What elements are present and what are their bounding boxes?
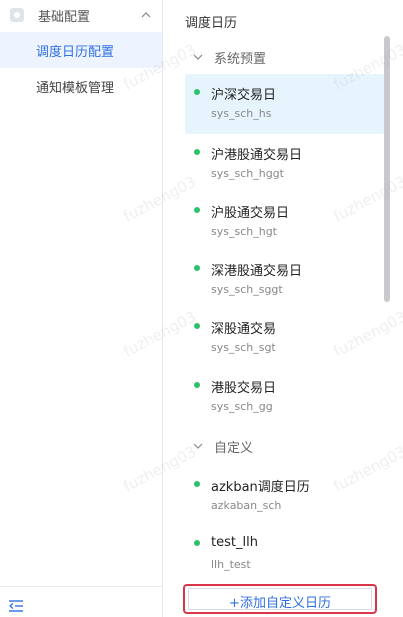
status-dot-icon	[194, 265, 200, 271]
sidebar-item-notify-template[interactable]: 通知模板管理	[0, 68, 162, 104]
calendar-code: azkaban_sch	[211, 499, 282, 512]
calendar-name: test_llh	[211, 535, 258, 550]
section-label: 自定义	[214, 441, 254, 456]
calendar-item[interactable]: test_llh llh_test	[185, 525, 384, 585]
calendar-code: sys_sch_hs	[211, 107, 272, 120]
section-system-preset[interactable]: 系统预置	[192, 47, 372, 67]
add-custom-calendar-button[interactable]: +添加自定义日历	[183, 584, 377, 614]
calendar-name: 港股交易日	[211, 381, 277, 396]
calendar-code: llh_test	[211, 558, 251, 571]
calendar-item[interactable]: 沪深交易日 sys_sch_hs	[185, 74, 384, 134]
calendar-item[interactable]: 沪港股通交易日 sys_sch_hggt	[185, 134, 384, 194]
status-dot-icon	[194, 89, 200, 95]
calendar-code: sys_sch_sgt	[211, 341, 276, 354]
config-icon	[10, 8, 24, 22]
status-dot-icon	[194, 323, 200, 329]
status-dot-icon	[194, 149, 200, 155]
app-root: 基础配置 调度日历配置 通知模板管理 调度日历 系统预置 沪深交易日 sys_s…	[0, 0, 403, 617]
calendar-name: azkban调度日历	[211, 480, 310, 495]
calendar-item[interactable]: 深港股通交易日 sys_sch_sggt	[185, 250, 384, 310]
status-dot-icon	[194, 481, 200, 487]
sidebar-footer	[0, 586, 162, 617]
calendar-name: 深港股通交易日	[211, 264, 303, 279]
calendar-code: sys_sch_gg	[211, 400, 273, 413]
chevron-down-icon	[193, 54, 203, 60]
calendar-item[interactable]: 沪股通交易日 sys_sch_hgt	[185, 192, 384, 252]
chevron-up-icon	[141, 12, 151, 18]
section-label: 系统预置	[214, 52, 267, 67]
menu-group-label: 基础配置	[38, 10, 91, 25]
calendar-code: sys_sch_hgt	[211, 225, 277, 238]
add-button-label: +添加自定义日历	[229, 596, 331, 611]
sidebar: 基础配置 调度日历配置 通知模板管理	[0, 0, 163, 617]
menu-group-basic-config[interactable]: 基础配置	[0, 0, 162, 32]
calendar-code: sys_sch_hggt	[211, 167, 284, 180]
section-custom[interactable]: 自定义	[192, 436, 372, 456]
calendar-name: 沪深交易日	[211, 88, 277, 103]
scrollbar-thumb[interactable]	[384, 36, 390, 302]
status-dot-icon	[194, 540, 200, 546]
calendar-name: 沪股通交易日	[211, 206, 290, 221]
calendar-item[interactable]: azkban调度日历 azkaban_sch	[185, 466, 384, 526]
calendar-code: sys_sch_sggt	[211, 283, 283, 296]
status-dot-icon	[194, 382, 200, 388]
calendar-panel: 调度日历 系统预置 沪深交易日 sys_sch_hs 沪港股通交易日 sys_s…	[164, 0, 403, 617]
calendar-item[interactable]: 深股通交易 sys_sch_sgt	[185, 308, 384, 368]
calendar-name: 深股通交易	[211, 322, 277, 337]
sidebar-item-label: 调度日历配置	[36, 45, 115, 60]
sidebar-item-label: 通知模板管理	[36, 81, 115, 96]
chevron-down-icon	[193, 443, 203, 449]
collapse-menu-icon[interactable]	[9, 600, 23, 612]
sidebar-item-schedule-calendar[interactable]: 调度日历配置	[0, 32, 162, 68]
calendar-name: 沪港股通交易日	[211, 148, 303, 163]
panel-title: 调度日历	[185, 16, 238, 31]
calendar-item[interactable]: 港股交易日 sys_sch_gg	[185, 367, 384, 427]
status-dot-icon	[194, 207, 200, 213]
